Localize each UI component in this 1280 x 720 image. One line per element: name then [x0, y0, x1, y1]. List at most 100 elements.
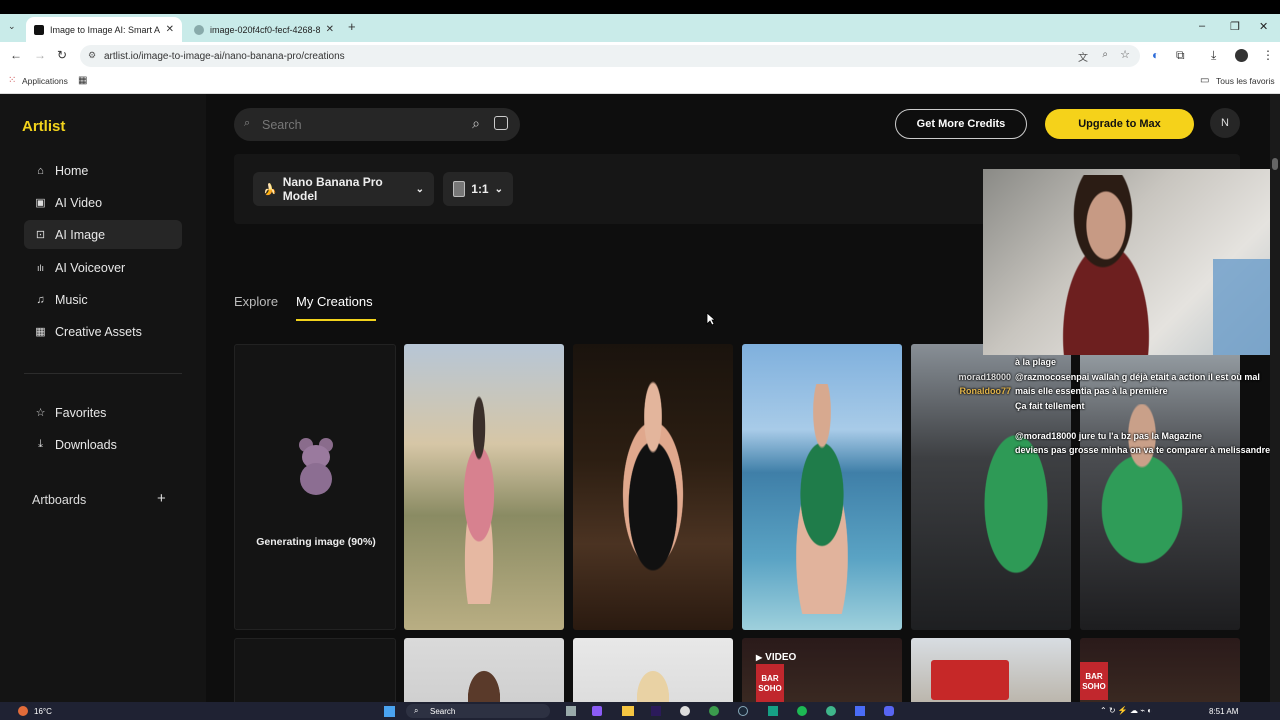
visual-search-icon[interactable]	[494, 116, 508, 130]
search-placeholder: Search	[262, 117, 302, 132]
chat-username: Ronaldoo77	[959, 386, 1011, 397]
get-more-credits-button[interactable]: Get More Credits	[895, 109, 1027, 139]
video-badge-label: VIDEO	[765, 652, 797, 663]
creation-thumbnail[interactable]	[911, 638, 1071, 708]
tab-title: Image to Image AI: Smart AI Im	[50, 24, 160, 35]
creation-thumbnail[interactable]	[573, 344, 733, 630]
video-thumbnail[interactable]: ▶ VIDEO BAR SOHO	[742, 638, 902, 708]
bookmark-all-favorites[interactable]: Tous les favoris	[1216, 76, 1275, 86]
sidebar-item-music[interactable]: ♫ Music	[24, 285, 182, 314]
bar-soho-sign: BAR SOHO	[1080, 662, 1108, 700]
reload-icon[interactable]: ↻	[57, 48, 67, 62]
search-submit-icon[interactable]: ⌕	[472, 115, 480, 132]
zoom-icon[interactable]: ⌕	[1102, 49, 1108, 60]
chat-line: à la plage	[911, 355, 1280, 370]
video-thumbnail[interactable]: BAR SOHO	[1080, 638, 1240, 708]
app-icon[interactable]	[680, 706, 690, 716]
tab-list-chevron-icon[interactable]: ⌄	[8, 21, 16, 32]
site-info-icon[interactable]: ⚙	[88, 50, 96, 61]
creation-placeholder[interactable]	[234, 638, 396, 708]
steam-icon[interactable]	[738, 706, 748, 716]
artlist-logo[interactable]: Artlist	[22, 118, 65, 135]
minimize-icon[interactable]: –	[1199, 20, 1205, 32]
back-icon[interactable]: ←	[10, 48, 22, 62]
folder-icon[interactable]	[622, 706, 634, 716]
extensions-puzzle-icon[interactable]: ⧉	[1176, 48, 1185, 63]
apps-grid-icon: ⁙	[8, 75, 17, 86]
sidebar-item-ai-video[interactable]: ▣ AI Video	[24, 188, 182, 217]
sidebar-item-creative-assets[interactable]: ▦ Creative Assets	[24, 317, 182, 346]
maximize-icon[interactable]: ❐	[1230, 20, 1240, 33]
url-text: artlist.io/image-to-image-ai/nano-banana…	[104, 50, 345, 62]
chat-message: @morad18000 jure tu l'a bz pas la Magazi…	[1015, 430, 1202, 441]
creation-thumbnail[interactable]	[404, 344, 564, 630]
taskbar-search[interactable]: ⌕ Search	[406, 704, 550, 718]
forward-icon[interactable]: →	[34, 48, 46, 62]
sidebar-item-downloads[interactable]: ⤓ Downloads	[24, 430, 182, 459]
close-window-icon[interactable]: ✕	[1259, 20, 1268, 33]
chat-message: mais elle essentia pas à la première	[1015, 386, 1168, 397]
artboards-heading: Artboards	[32, 493, 87, 507]
weather-icon[interactable]	[18, 706, 28, 716]
system-tray-icons[interactable]: ⌃ ↻ ⚡ ☁ ⌁ ◐	[1100, 706, 1152, 715]
aspect-ratio-select[interactable]: 1:1 ⌄	[443, 172, 513, 206]
bookmark-star-icon[interactable]: ☆	[1120, 48, 1130, 61]
chat-message: @razmocosenpai wallah g déjà etait a act…	[1015, 371, 1260, 382]
creation-thumbnail[interactable]	[573, 638, 733, 708]
search-icon: ⌕	[244, 117, 251, 129]
chrome-icon[interactable]	[709, 706, 719, 716]
add-artboard-icon[interactable]: +	[157, 490, 166, 507]
app-icon[interactable]	[768, 706, 778, 716]
bookmark-applications[interactable]: Applications	[22, 76, 68, 86]
person-figure	[772, 384, 872, 614]
chat-message: à la plage	[1015, 357, 1057, 367]
extension-icon[interactable]: ◐	[1152, 48, 1159, 62]
creation-thumbnail[interactable]	[742, 344, 902, 630]
avatar[interactable]: N	[1210, 108, 1240, 138]
browser-tab-active[interactable]: Image to Image AI: Smart AI Im ✕	[26, 17, 182, 42]
sidebar-item-label: Home	[55, 163, 89, 178]
app-icon[interactable]	[592, 706, 602, 716]
page-scrollbar[interactable]	[1270, 94, 1280, 702]
creation-thumbnail[interactable]	[404, 638, 564, 708]
app-icon[interactable]	[566, 706, 576, 716]
browser-menu-icon[interactable]: ⋮	[1262, 48, 1274, 62]
scrollbar-thumb[interactable]	[1272, 158, 1278, 170]
close-tab-icon[interactable]: ✕	[326, 24, 334, 35]
sidebar-item-home[interactable]: ⌂ Home	[24, 156, 182, 185]
sidebar-item-label: AI Video	[55, 195, 103, 210]
profile-avatar-icon[interactable]	[1235, 49, 1248, 62]
home-icon: ⌂	[37, 164, 44, 177]
app-icon[interactable]	[855, 706, 865, 716]
new-tab-icon[interactable]: +	[348, 19, 356, 34]
url-field[interactable]: ⚙ artlist.io/image-to-image-ai/nano-bana…	[80, 45, 1140, 67]
premiere-icon[interactable]	[651, 706, 661, 716]
active-tab-underline	[296, 319, 376, 321]
video-badge: ▶ VIDEO	[756, 652, 796, 663]
sidebar-item-favorites[interactable]: ☆ Favorites	[24, 398, 182, 427]
upgrade-button[interactable]: Upgrade to Max	[1045, 109, 1194, 139]
discord-icon[interactable]	[884, 706, 894, 716]
weather-temperature[interactable]: 16°C	[34, 707, 52, 716]
person-figure	[603, 374, 703, 614]
translate-icon[interactable]: 文	[1078, 49, 1088, 64]
tab-groups-icon[interactable]: ▦	[78, 75, 87, 86]
app-icon[interactable]	[826, 706, 836, 716]
tab-my-creations[interactable]: My Creations	[296, 294, 373, 309]
browser-tab[interactable]: image-020f4cf0-fecf-4268-8df ✕	[186, 17, 342, 42]
spotify-icon[interactable]	[797, 706, 807, 716]
close-tab-icon[interactable]: ✕	[166, 24, 174, 35]
tab-explore[interactable]: Explore	[234, 294, 278, 309]
windows-start-icon[interactable]	[384, 706, 395, 717]
bar-soho-sign: BAR SOHO	[756, 664, 784, 702]
search-input[interactable]: ⌕ Search ⌕	[234, 108, 520, 141]
clock-time[interactable]: 8:51 AM	[1209, 707, 1238, 716]
sidebar-item-ai-voiceover[interactable]: ılı AI Voiceover	[24, 253, 182, 282]
chat-line: @morad18000 jure tu l'a bz pas la Magazi…	[911, 429, 1280, 444]
person-figure	[628, 656, 678, 708]
sidebar-item-ai-image[interactable]: ⊡ AI Image	[24, 220, 182, 249]
grid-icon: ▦	[35, 326, 46, 338]
chat-line: morad18000 @razmocosenpai wallah g déjà e…	[911, 370, 1280, 385]
model-select[interactable]: 🍌 Nano Banana Pro Model ⌄	[253, 172, 434, 206]
download-icon[interactable]: ⤓	[1211, 48, 1216, 63]
